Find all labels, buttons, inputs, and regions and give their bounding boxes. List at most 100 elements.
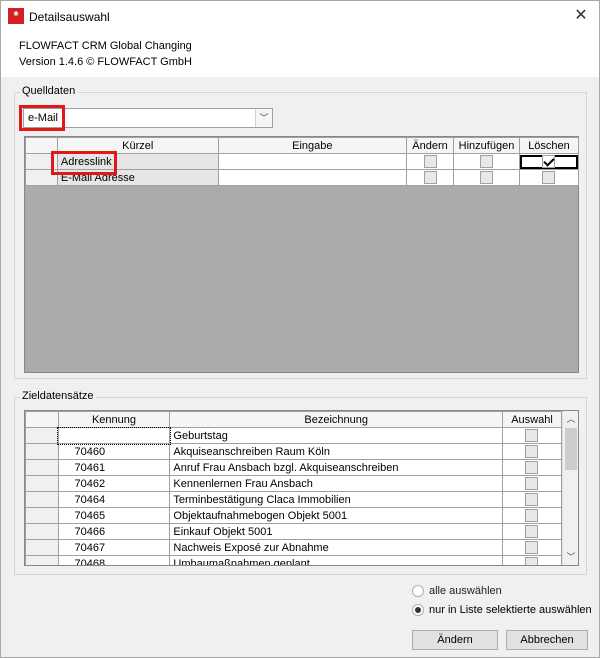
- auswahl-cell: [501, 539, 563, 556]
- row-header[interactable]: [25, 523, 59, 540]
- source-data-label: Quelldaten: [20, 85, 78, 97]
- row-header[interactable]: [25, 507, 59, 524]
- select-listed-radio[interactable]: [412, 604, 424, 616]
- col-header-kennung[interactable]: Kennung: [57, 411, 171, 428]
- loeschen-checkbox[interactable]: [542, 171, 556, 184]
- window-title: Detailsauswahl: [29, 10, 110, 24]
- target-row[interactable]: 70467 Nachweis Exposé zur Abnahme: [25, 539, 563, 556]
- row-header[interactable]: [25, 555, 59, 565]
- target-row[interactable]: 70462 Kennenlernen Frau Ansbach: [25, 475, 563, 492]
- row-header[interactable]: [25, 427, 59, 444]
- hinzufuegen-cell: [453, 169, 520, 186]
- loeschen-cell: [518, 153, 580, 170]
- auswahl-checkbox[interactable]: [525, 461, 539, 474]
- auswahl-checkbox[interactable]: [525, 445, 539, 458]
- col-header-hinzufuegen[interactable]: Hinzufügen: [453, 137, 520, 154]
- auswahl-cell: [501, 507, 563, 524]
- eingabe-cell[interactable]: [217, 169, 408, 186]
- apply-button[interactable]: Ändern: [412, 630, 498, 650]
- bezeichnung-cell: Terminbestätigung Claca Immobilien: [169, 491, 503, 508]
- auswahl-cell: [501, 459, 563, 476]
- scroll-down-icon[interactable]: ﹀: [563, 549, 578, 565]
- auswahl-checkbox[interactable]: [525, 509, 539, 522]
- auswahl-checkbox[interactable]: [525, 493, 539, 506]
- kennung-cell: [57, 426, 171, 445]
- target-row[interactable]: 70460 Akquiseanschreiben Raum Köln: [25, 443, 563, 460]
- highlight-combo-frame: [19, 105, 65, 131]
- col-header-bezeichnung[interactable]: Bezeichnung: [169, 411, 503, 428]
- target-row[interactable]: 70461 Anruf Frau Ansbach bzgl. Akquiseans…: [25, 459, 563, 476]
- highlight-adresslink-frame: [51, 151, 117, 175]
- col-header-loeschen[interactable]: Löschen: [518, 137, 580, 154]
- kennung-cell: 70464: [57, 491, 171, 508]
- col-header-aendern[interactable]: Ändern: [406, 137, 454, 154]
- auswahl-cell: [501, 427, 563, 444]
- kennung-cell: 70466: [57, 523, 171, 540]
- bezeichnung-cell: Einkauf Objekt 5001: [169, 523, 503, 540]
- aendern-cell: [406, 153, 454, 170]
- kennung-cell: 70467: [57, 539, 171, 556]
- scroll-up-icon[interactable]: ︿: [563, 411, 578, 427]
- auswahl-checkbox[interactable]: [525, 541, 539, 554]
- kennung-cell: 70465: [57, 507, 171, 524]
- bezeichnung-cell: Nachweis Exposé zur Abnahme: [169, 539, 503, 556]
- auswahl-cell: [501, 475, 563, 492]
- bezeichnung-cell: Umbaumaßnahmen geplant: [169, 555, 503, 565]
- product-header: FLOWFACT CRM Global Changing Version 1.4…: [1, 32, 599, 77]
- kennung-cell: 70462: [57, 475, 171, 492]
- select-all-label[interactable]: alle auswählen: [429, 585, 502, 597]
- hinzufuegen-checkbox[interactable]: [479, 155, 493, 168]
- kennung-cell: 70461: [57, 459, 171, 476]
- target-row[interactable]: 70466 Einkauf Objekt 5001: [25, 523, 563, 540]
- kennung-cell: 70460: [57, 443, 171, 460]
- close-button[interactable]: ✕: [569, 5, 593, 27]
- dialog-window: * Detailsauswahl ✕ FLOWFACT CRM Global C…: [0, 0, 600, 658]
- aendern-checkbox[interactable]: [423, 155, 437, 168]
- aendern-checkbox[interactable]: [423, 171, 437, 184]
- product-name: FLOWFACT CRM Global Changing: [19, 40, 192, 52]
- target-row[interactable]: 70464 Terminbestätigung Claca Immobilien: [25, 491, 563, 508]
- row-header[interactable]: [25, 491, 59, 508]
- loeschen-checkbox[interactable]: [542, 155, 556, 168]
- auswahl-cell: [501, 555, 563, 565]
- target-grid-scrollbar[interactable]: ︿ ﹀: [562, 411, 578, 565]
- select-listed-label[interactable]: nur in Liste selektierte auswählen: [429, 604, 592, 616]
- bezeichnung-cell: Objektaufnahmebogen Objekt 5001: [169, 507, 503, 524]
- bezeichnung-cell: Kennenlernen Frau Ansbach: [169, 475, 503, 492]
- cancel-button[interactable]: Abbrechen: [506, 630, 588, 650]
- target-grid: Kennung Bezeichnung Auswahl Geburtstag 70…: [24, 410, 579, 566]
- row-header[interactable]: [25, 443, 59, 460]
- bezeichnung-cell: Geburtstag: [169, 427, 503, 444]
- select-all-radio[interactable]: [412, 585, 424, 597]
- bezeichnung-cell: Akquiseanschreiben Raum Köln: [169, 443, 503, 460]
- auswahl-checkbox[interactable]: [525, 477, 539, 490]
- title-bar: * Detailsauswahl ✕: [1, 1, 599, 32]
- auswahl-cell: [501, 523, 563, 540]
- grid-corner-cell: [25, 411, 59, 428]
- hinzufuegen-checkbox[interactable]: [479, 171, 493, 184]
- loeschen-cell: [518, 169, 580, 186]
- target-row[interactable]: Geburtstag: [25, 426, 563, 445]
- auswahl-cell: [501, 491, 563, 508]
- bezeichnung-cell: Anruf Frau Ansbach bzgl. Akquiseanschrei…: [169, 459, 503, 476]
- target-row[interactable]: 70465 Objektaufnahmebogen Objekt 5001: [25, 507, 563, 524]
- row-header[interactable]: [25, 539, 59, 556]
- target-row[interactable]: 70468 Umbaumaßnahmen geplant: [25, 555, 563, 565]
- col-header-auswahl[interactable]: Auswahl: [501, 411, 563, 428]
- flowfact-app-icon: *: [8, 8, 24, 24]
- scrollbar-thumb[interactable]: [565, 428, 577, 470]
- auswahl-checkbox[interactable]: [525, 557, 539, 565]
- auswahl-cell: [501, 443, 563, 460]
- auswahl-checkbox[interactable]: [525, 429, 539, 442]
- auswahl-checkbox[interactable]: [525, 525, 539, 538]
- aendern-cell: [406, 169, 454, 186]
- target-data-label: Zieldatensätze: [20, 390, 96, 402]
- chevron-down-icon[interactable]: ﹀: [255, 109, 272, 127]
- row-header[interactable]: [25, 475, 59, 492]
- eingabe-cell[interactable]: [217, 153, 408, 170]
- row-header[interactable]: [25, 459, 59, 476]
- kennung-cell: 70468: [57, 555, 171, 565]
- hinzufuegen-cell: [453, 153, 520, 170]
- col-header-eingabe[interactable]: Eingabe: [217, 137, 408, 154]
- product-version: Version 1.4.6 © FLOWFACT GmbH: [19, 56, 192, 68]
